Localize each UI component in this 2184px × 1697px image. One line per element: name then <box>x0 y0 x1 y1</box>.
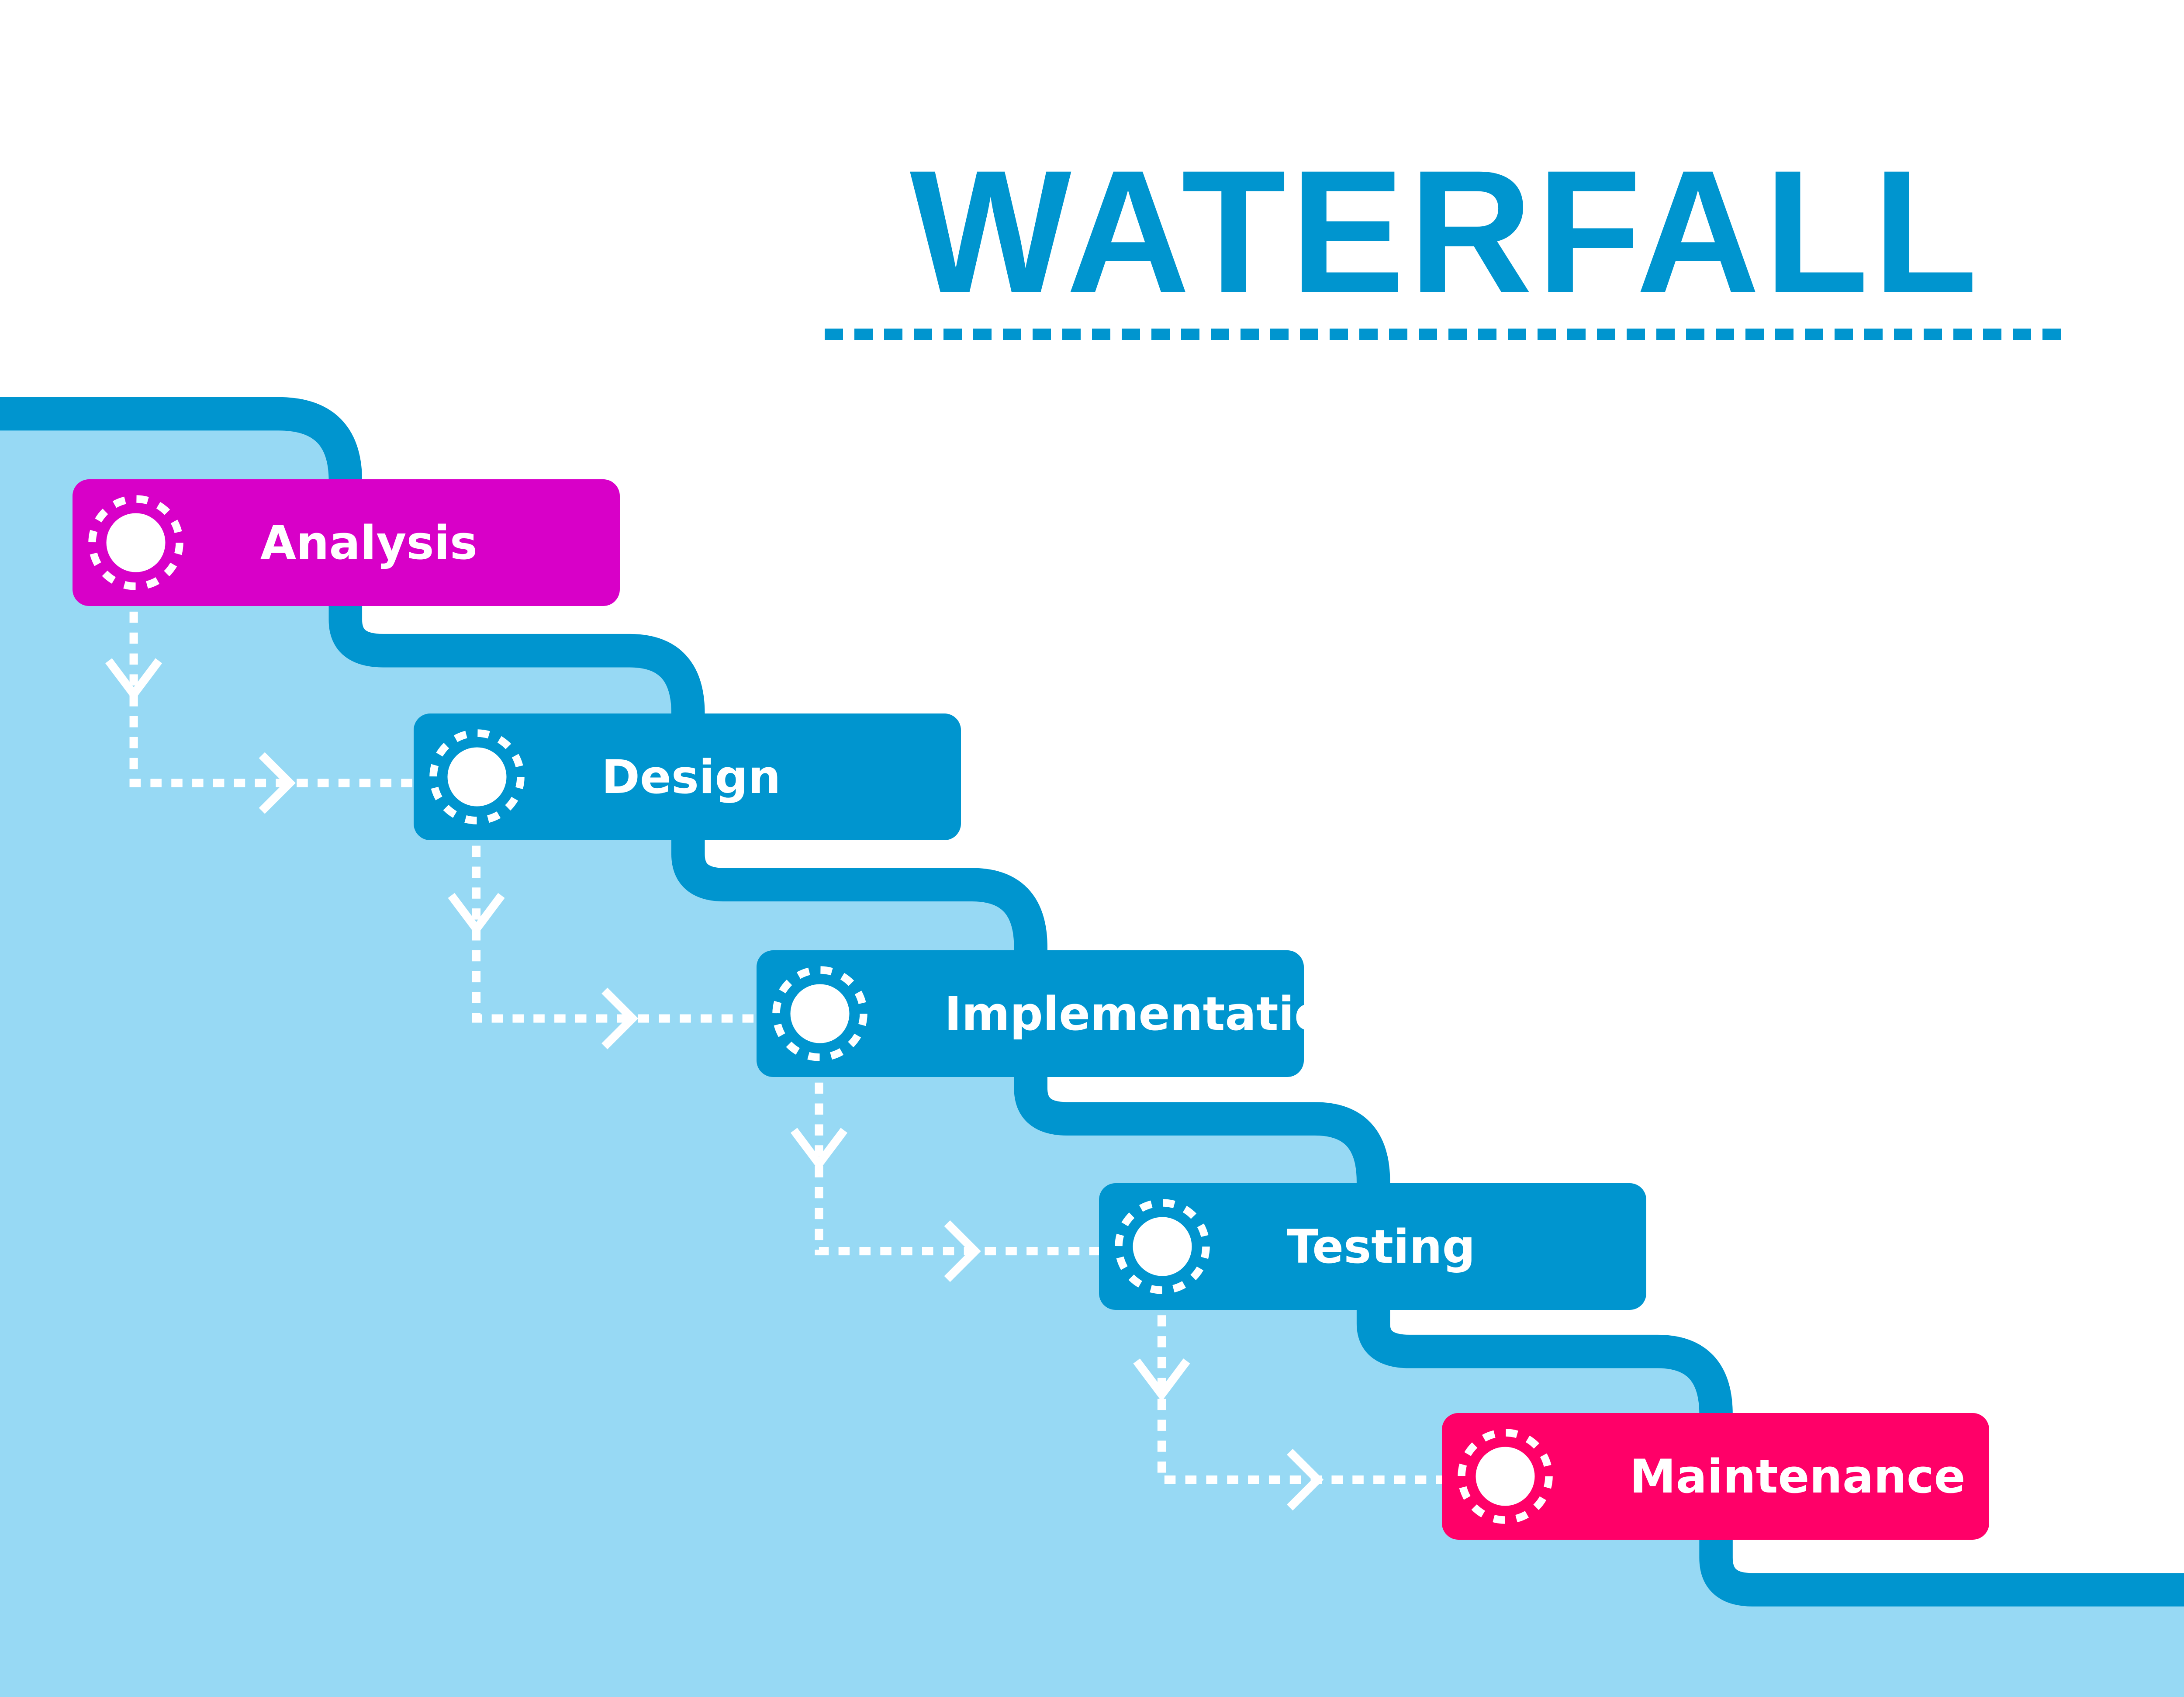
phase-label: Maintenance <box>1630 1449 1966 1503</box>
phase-label: Design <box>601 750 781 804</box>
page-title: WATERFALL <box>909 134 1982 329</box>
phase-analysis[interactable]: Analysis <box>73 479 620 606</box>
phase-maintenance[interactable]: Maintenance <box>1442 1413 1989 1540</box>
gear-core <box>1476 1447 1535 1506</box>
phase-label: Analysis <box>260 516 477 570</box>
gear-icon <box>429 729 525 824</box>
gear-icon <box>1458 1429 1553 1524</box>
gear-core <box>790 984 850 1043</box>
phase-testing[interactable]: Testing <box>1099 1183 1646 1310</box>
phase-design[interactable]: Design <box>414 713 961 840</box>
phase-label: Implementation <box>944 987 1359 1041</box>
gear-icon <box>88 495 183 590</box>
title-dashed-underline <box>825 329 2062 340</box>
gear-icon <box>772 966 867 1061</box>
gear-icon <box>1115 1199 1210 1294</box>
gear-core <box>447 747 507 807</box>
gear-core <box>1133 1217 1192 1276</box>
gear-core <box>106 513 166 572</box>
phase-implementation[interactable]: Implementation <box>757 950 1359 1077</box>
phase-label: Testing <box>1287 1219 1476 1274</box>
